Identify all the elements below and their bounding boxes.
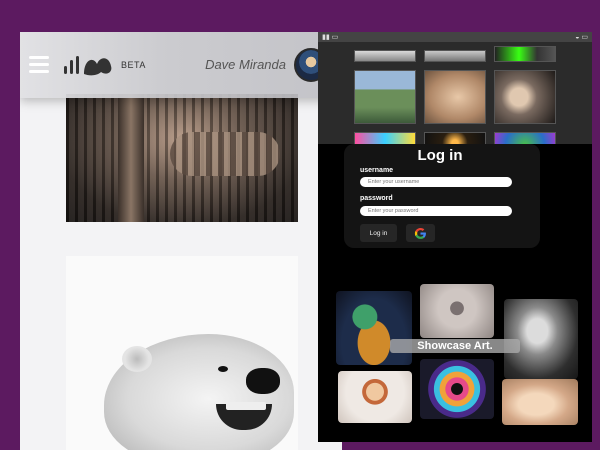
- showcase-banner: Showcase Art.: [390, 339, 520, 353]
- gallery-grid: [318, 42, 592, 154]
- app-logo[interactable]: [63, 52, 117, 76]
- top-app-bar: BETA Dave Miranda: [20, 32, 342, 98]
- menu-icon-line: [29, 56, 49, 59]
- status-left-icons: ▮▮ ▭: [322, 34, 339, 41]
- showcase-artwork[interactable]: [336, 291, 412, 365]
- menu-icon[interactable]: [29, 56, 49, 74]
- menu-icon-line: [29, 70, 49, 73]
- showcase-collage: Showcase Art.: [318, 269, 592, 442]
- status-bar: ▮▮ ▭ ◒ ▭: [318, 32, 592, 42]
- gallery-thumb[interactable]: [354, 70, 416, 124]
- gallery-thumb[interactable]: [354, 50, 416, 62]
- bear-eye: [218, 366, 228, 372]
- username-input[interactable]: [360, 177, 512, 187]
- artwork-detail: [118, 94, 144, 222]
- artwork-detail: [170, 132, 280, 176]
- bear-ear: [122, 346, 152, 372]
- feed-artwork-polar-bear[interactable]: [66, 256, 298, 450]
- password-input[interactable]: [360, 206, 512, 216]
- password-label: password: [360, 195, 393, 202]
- showcase-artwork[interactable]: [338, 371, 412, 423]
- showcase-artwork[interactable]: [420, 284, 494, 338]
- gallery-thumb[interactable]: [494, 70, 556, 124]
- gallery-thumb[interactable]: [494, 46, 556, 62]
- showcase-artwork[interactable]: [502, 379, 578, 425]
- menu-icon-line: [29, 63, 49, 66]
- login-section: Log in username password Log in: [318, 144, 592, 269]
- gallery-thumb[interactable]: [424, 70, 486, 124]
- status-battery-icon: ◒ ▭: [575, 34, 588, 41]
- login-screen: ▮▮ ▭ ◒ ▭ Log in username password Log in: [318, 32, 592, 442]
- login-button[interactable]: Log in: [360, 224, 397, 242]
- feed-artwork-biomechanical[interactable]: [66, 94, 298, 222]
- username-label: username: [360, 167, 394, 174]
- showcase-artwork[interactable]: [420, 359, 494, 419]
- gallery-thumb[interactable]: [424, 50, 486, 62]
- google-icon: [414, 227, 426, 239]
- bear-teeth: [226, 402, 266, 410]
- bear-nose: [246, 368, 280, 394]
- feed-screen: BETA Dave Miranda: [20, 32, 342, 450]
- login-title: Log in: [417, 147, 463, 164]
- beta-badge: BETA: [121, 60, 146, 70]
- user-name[interactable]: Dave Miranda: [205, 57, 286, 72]
- google-login-button[interactable]: [406, 224, 435, 242]
